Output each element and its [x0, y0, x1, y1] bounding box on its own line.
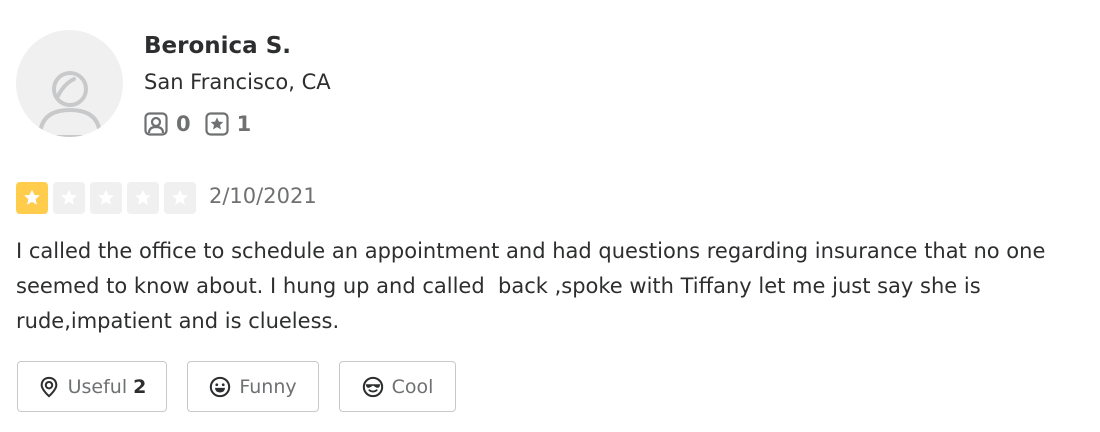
friends-count: 0 [176, 112, 191, 136]
star-empty-icon [53, 182, 85, 214]
review-star-icon [205, 112, 229, 136]
reviews-stat: 1 [205, 112, 252, 136]
user-stats: 0 1 [144, 111, 265, 137]
avatar[interactable] [16, 30, 123, 137]
funny-button[interactable]: Funny [187, 361, 319, 412]
star-empty-icon [127, 182, 159, 214]
useful-button[interactable]: Useful 2 [17, 361, 167, 412]
laughing-face-icon [210, 376, 231, 397]
funny-label: Funny [239, 375, 297, 398]
default-user-avatar-icon [37, 71, 103, 137]
user-name[interactable]: Beronica S. [144, 33, 291, 59]
star-empty-icon [90, 182, 122, 214]
cool-label: Cool [391, 375, 434, 398]
star-filled-icon [16, 182, 48, 214]
useful-count: 2 [133, 375, 147, 398]
star-empty-icon [164, 182, 196, 214]
review-date: 2/10/2021 [209, 184, 317, 208]
friends-stat: 0 [144, 112, 191, 136]
friends-icon [144, 112, 168, 136]
review-text: I called the office to schedule an appoi… [16, 239, 1053, 333]
lightbulb-icon [40, 376, 57, 398]
cool-button[interactable]: Cool [339, 361, 456, 412]
useful-label: Useful [67, 375, 128, 398]
star-rating [16, 182, 201, 214]
sunglasses-face-icon [362, 376, 383, 397]
user-location: San Francisco, CA [144, 70, 331, 94]
reviews-count: 1 [236, 112, 252, 136]
